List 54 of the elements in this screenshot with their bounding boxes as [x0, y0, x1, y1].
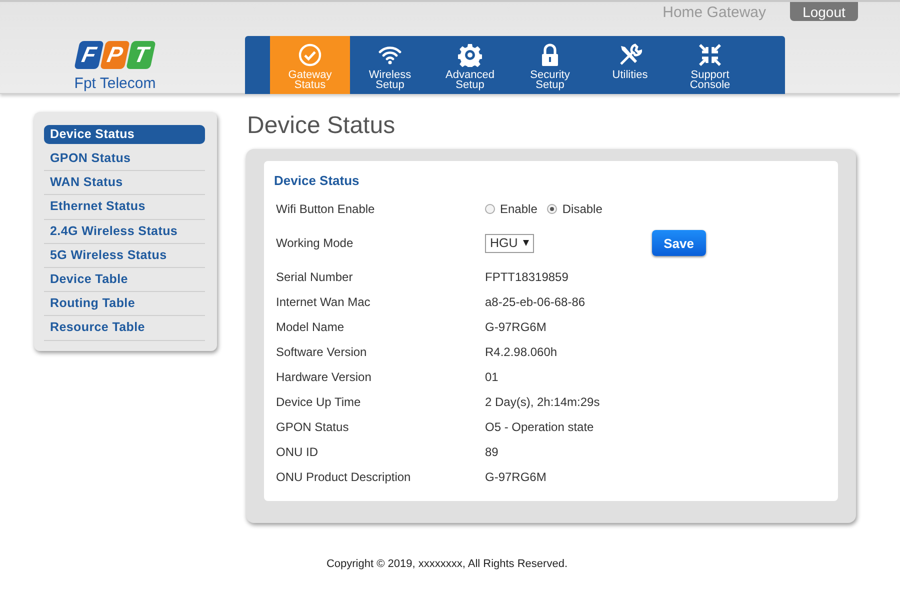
field-value: 01 [485, 370, 498, 384]
field-value: 89 [485, 444, 498, 458]
logo-caption: Fpt Telecom [74, 75, 156, 92]
field-value: R4.2.98.060h [485, 344, 558, 358]
field-label: Working Mode [276, 236, 354, 250]
sidebar-item[interactable]: Ethernet Status [44, 195, 205, 220]
mode-dropdown[interactable]: HGU [485, 234, 534, 252]
nav-tab[interactable]: Advanced Setup [430, 36, 510, 94]
radio-label: Enable [500, 202, 538, 216]
field-value: 2 Day(s), 2h:14m:29s [485, 394, 600, 408]
field-label: Device Up Time [276, 394, 362, 408]
sidebar-item[interactable]: WAN Status [44, 171, 205, 196]
save-button[interactable]: Save [652, 230, 706, 256]
radio-button[interactable] [547, 204, 558, 214]
field-value: FPTT18319859 [485, 270, 568, 284]
field-label: Model Name [276, 320, 346, 334]
settings-icon [458, 43, 482, 67]
sidebar-item[interactable]: Routing Table [44, 292, 205, 316]
section-heading: Device Status [274, 173, 360, 188]
field-label: GPON Status [276, 420, 350, 434]
copyright-text: Copyright © 2019, xxxxxxxx, All Rights Reserved. [325, 558, 569, 570]
check-circle-icon [298, 43, 322, 67]
radio-button[interactable] [485, 204, 495, 214]
logo-letter: F [74, 41, 104, 69]
nav-tab[interactable]: Support Console [670, 36, 750, 94]
sidebar-item[interactable]: Resource Table [44, 316, 205, 340]
nav-tab[interactable]: Wireless Setup [350, 36, 430, 94]
logo-letter: T [126, 41, 156, 69]
field-label: ONU ID [276, 444, 319, 458]
sidebar-item[interactable]: 5G Wireless Status [44, 244, 205, 268]
field-label: Hardware Version [276, 370, 372, 384]
field-label: Wifi Button Enable [276, 202, 376, 216]
field-value: a8-25-eb-06-68-86 [485, 294, 586, 308]
tools-icon [618, 43, 642, 67]
nav-tab[interactable]: Utilities [590, 36, 670, 94]
logout-button[interactable]: Logout [790, 2, 858, 21]
radio-label: Disable [562, 202, 602, 216]
field-value: G-97RG6M [485, 320, 546, 334]
logo-letter: P [100, 41, 130, 69]
caret-icon [522, 240, 529, 246]
gateway-title: Home Gateway [662, 4, 766, 21]
nav-tab[interactable]: Security Setup [510, 36, 590, 94]
field-label: ONU Product Description [276, 470, 412, 484]
sidebar-item[interactable]: GPON Status [44, 147, 205, 172]
field-label: Internet Wan Mac [276, 294, 372, 308]
page-title: Device Status [247, 112, 396, 140]
field-label: Serial Number [276, 270, 354, 284]
sidebar-item[interactable]: 2.4G Wireless Status [44, 220, 205, 244]
field-value: G-97RG6M [485, 470, 546, 484]
sidebar-item[interactable]: Device Table [44, 268, 205, 292]
sidebar-item[interactable]: Device Status [44, 125, 205, 144]
field-value: O5 - Operation state [485, 420, 594, 434]
field-label: Software Version [276, 344, 368, 358]
arrows-icon [698, 43, 722, 67]
